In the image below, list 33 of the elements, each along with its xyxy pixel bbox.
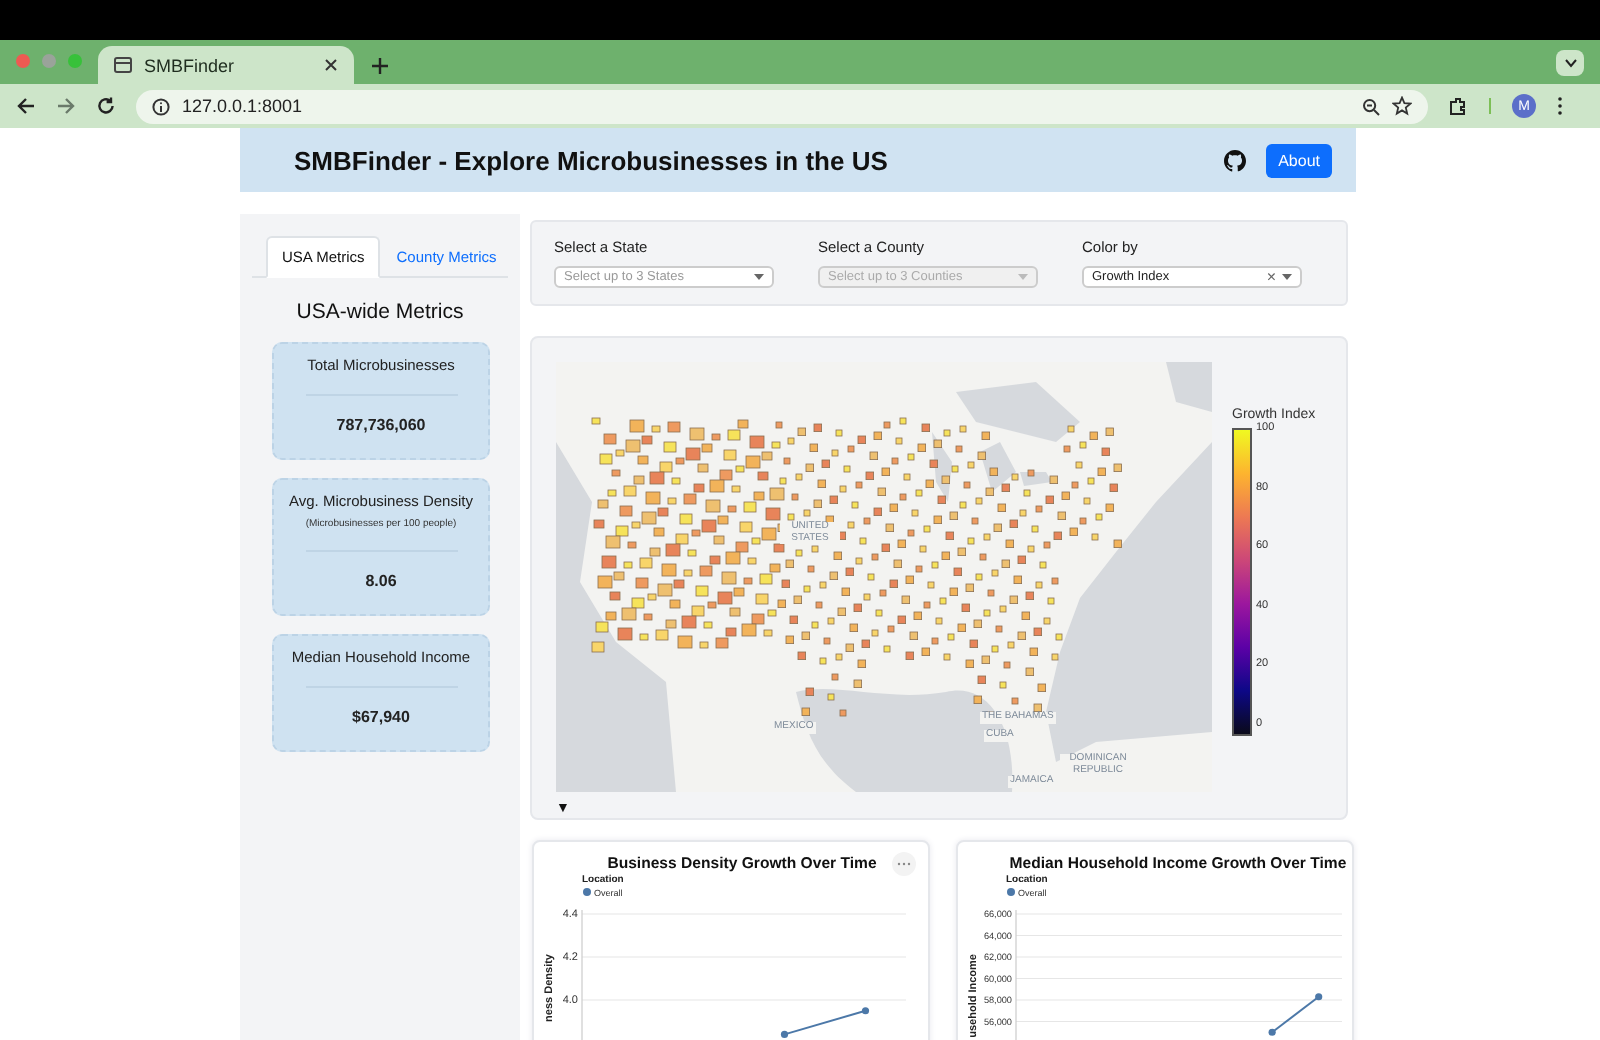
page-title: SMBFinder - Explore Microbusinesses in the US: [294, 145, 890, 175]
page-icon: [114, 56, 132, 74]
browser-tab[interactable]: SMBFinder: [98, 46, 354, 84]
address-bar[interactable]: 127.0.0.1:8001: [136, 89, 1428, 123]
about-button[interactable]: About: [1266, 143, 1332, 177]
new-tab-icon[interactable]: [370, 56, 390, 76]
sidebar-heading: USA-wide Metrics: [294, 300, 466, 324]
star-icon[interactable]: [1392, 96, 1412, 116]
back-icon[interactable]: [16, 96, 36, 116]
caret-icon: [1018, 274, 1028, 280]
line-series: [783, 1009, 867, 1036]
data-point: [780, 1030, 789, 1038]
metric-value: 8.06: [365, 572, 397, 590]
metric-value: 787,736,060: [336, 416, 426, 434]
zoom-icon[interactable]: [1362, 97, 1380, 115]
github-icon[interactable]: [1224, 149, 1247, 171]
info-icon[interactable]: [152, 97, 170, 115]
puzzle-icon[interactable]: [1448, 96, 1468, 116]
metric-value: $67,940: [352, 708, 410, 726]
separator-icon: [1488, 98, 1492, 114]
data-point: [1268, 1028, 1276, 1036]
menu-icon[interactable]: [1556, 96, 1564, 116]
clear-button[interactable]: ×: [1266, 268, 1276, 286]
line-series: [1271, 995, 1320, 1034]
chevron-down-icon: [1563, 58, 1577, 68]
tab-list-button[interactable]: [1556, 50, 1584, 76]
data-point: [1315, 993, 1323, 1001]
reload-icon[interactable]: [96, 96, 116, 116]
data-point: [861, 1007, 870, 1015]
caret-icon: [1282, 274, 1292, 280]
caret-icon: [754, 274, 764, 280]
forward-icon[interactable]: [56, 96, 76, 116]
close-icon[interactable]: [324, 58, 338, 72]
